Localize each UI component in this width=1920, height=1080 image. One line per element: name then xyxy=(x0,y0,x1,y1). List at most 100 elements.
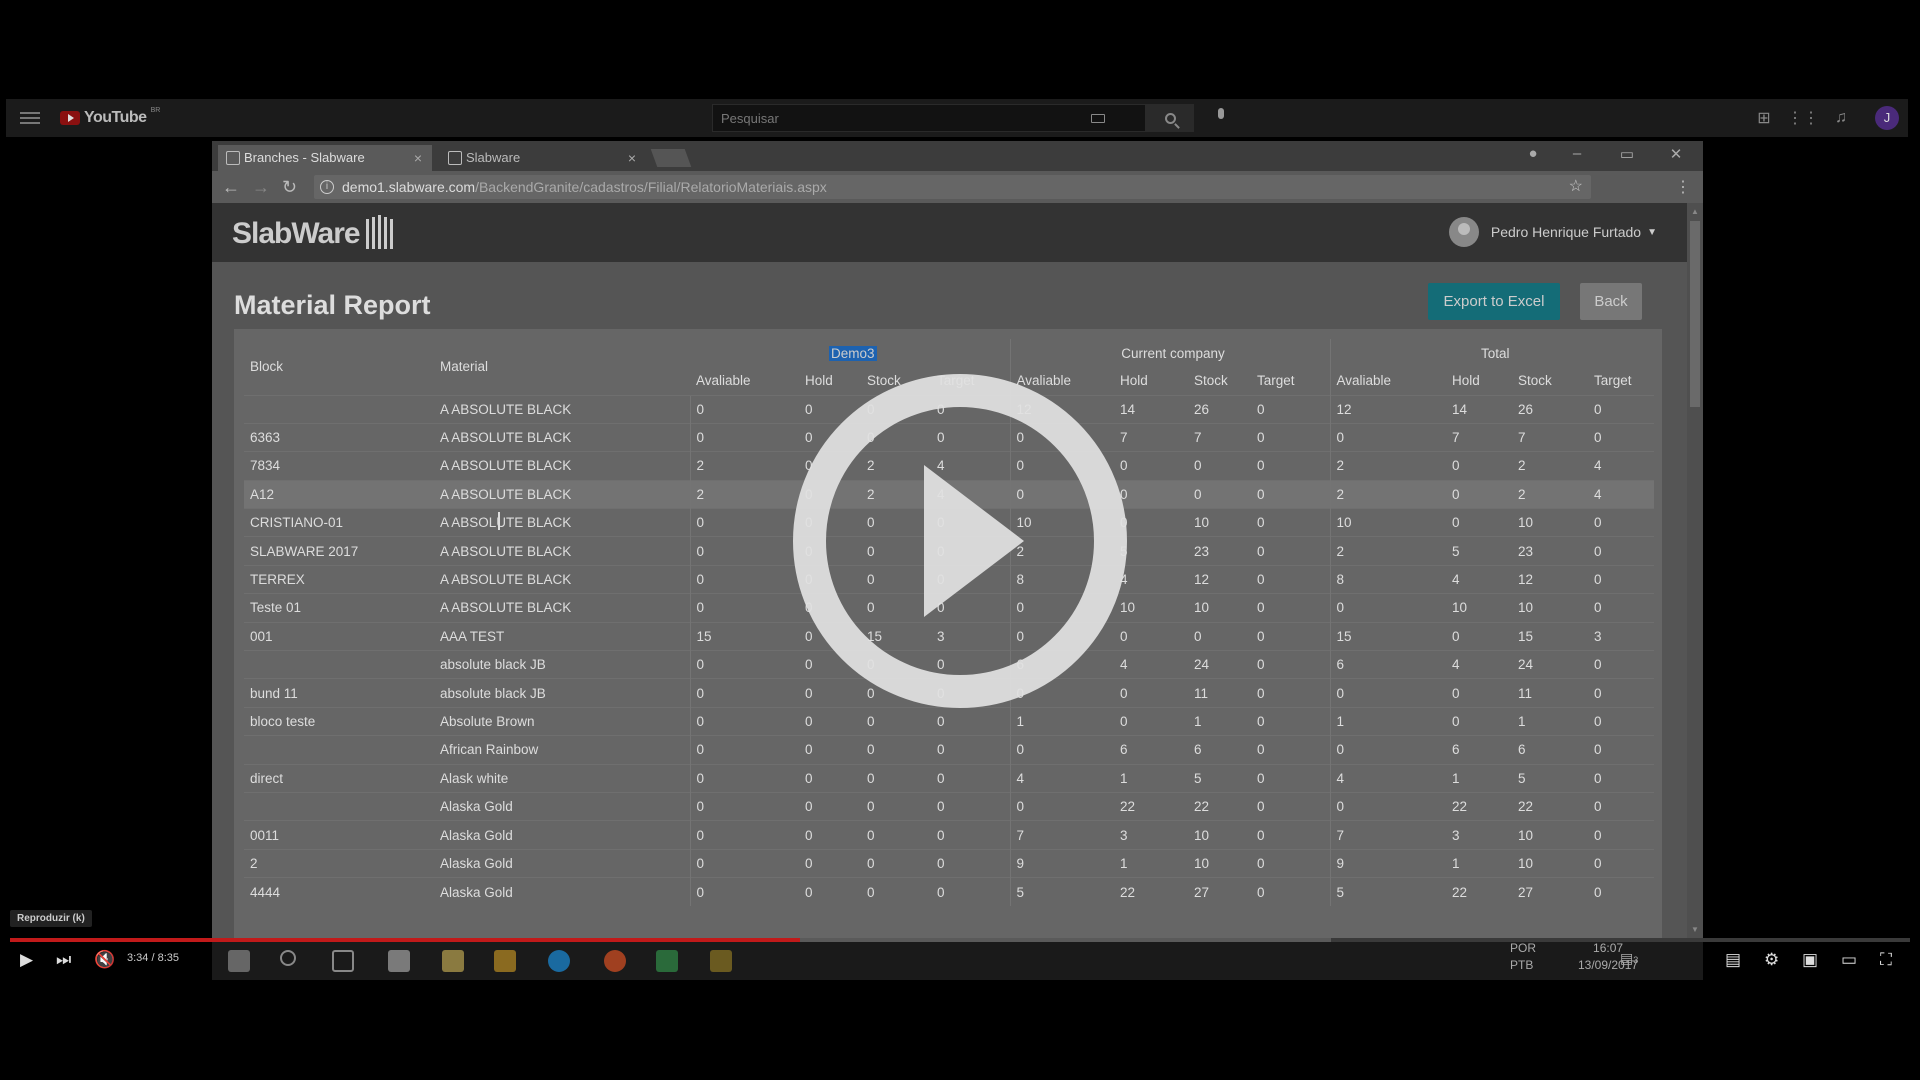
chrome-icon[interactable] xyxy=(604,950,626,972)
scroll-down-icon[interactable]: ▼ xyxy=(1691,925,1699,934)
material-header[interactable]: Material xyxy=(434,339,690,395)
notification-center-icon[interactable]: ▤3 xyxy=(1620,950,1638,969)
taskbar-search-icon[interactable] xyxy=(280,950,296,966)
tab-slabware[interactable]: Slabware × xyxy=(440,145,646,171)
value-cell: 12 xyxy=(1329,394,1446,424)
value-cell: 6 xyxy=(1512,735,1588,765)
value-cell: 0 xyxy=(689,791,799,821)
notifications-bell-icon[interactable]: ♫ xyxy=(1830,108,1852,128)
table-row[interactable]: direct Alask white 0 0 0 0 4 1 5 0 4 1 5 0 xyxy=(244,763,1654,793)
file-explorer-icon[interactable] xyxy=(442,950,464,972)
progress-bar[interactable] xyxy=(10,938,1910,942)
slabware-favicon-icon xyxy=(448,151,462,165)
scroll-thumb[interactable] xyxy=(1690,221,1700,407)
bookmark-star-icon[interactable]: ☆ xyxy=(1569,176,1583,196)
subheader-avaliable[interactable]: Avaliable xyxy=(1329,367,1446,395)
material-cell: AAA TEST xyxy=(434,621,690,651)
app-taskbar-icon[interactable] xyxy=(388,950,410,972)
close-tab-icon[interactable]: × xyxy=(414,145,422,171)
user-menu[interactable]: Pedro Henrique Furtado ▼ xyxy=(1448,217,1657,247)
block-cell xyxy=(244,650,434,679)
subtitles-icon[interactable]: ▤ xyxy=(1725,950,1741,970)
next-icon[interactable]: ⏭ xyxy=(56,950,71,970)
value-cell: 23 xyxy=(1188,536,1251,566)
value-cell: 12 xyxy=(1512,564,1588,594)
back-button[interactable]: Back xyxy=(1580,283,1642,320)
country-code: BR xyxy=(150,107,161,114)
subheader-stock[interactable]: Stock xyxy=(1512,367,1588,395)
profile-icon[interactable]: ● xyxy=(1520,145,1546,162)
value-cell: 10 xyxy=(1188,848,1251,878)
subheader-target[interactable]: Target xyxy=(1251,367,1330,395)
microphone-icon[interactable] xyxy=(1211,108,1231,128)
close-tab-icon[interactable]: × xyxy=(628,145,636,171)
settings-gear-icon[interactable]: ⚙ xyxy=(1764,950,1779,970)
address-bar[interactable]: i demo1.slabware.com/BackendGranite/cada… xyxy=(314,175,1591,199)
block-cell: 7834 xyxy=(244,451,434,481)
value-cell: 26 xyxy=(1512,394,1588,424)
miniplayer-icon[interactable]: ▣ xyxy=(1802,950,1818,970)
reload-icon[interactable]: ↻ xyxy=(282,177,297,198)
table-row[interactable]: Alaska Gold 0 0 0 0 0 22 22 0 0 22 22 0 xyxy=(244,791,1654,821)
value-cell: 11 xyxy=(1188,678,1251,708)
play-overlay-icon[interactable] xyxy=(924,465,1024,617)
mute-icon[interactable]: 🔇 xyxy=(94,950,115,970)
progress-played xyxy=(10,938,801,942)
page-scrollbar[interactable]: ▲ ▼ xyxy=(1687,203,1703,938)
windows-start-icon[interactable] xyxy=(228,950,250,972)
subheader-hold[interactable]: Hold xyxy=(799,367,861,395)
value-cell: 0 xyxy=(1114,621,1188,651)
value-cell: 14 xyxy=(1446,394,1512,424)
search-button[interactable] xyxy=(1146,104,1194,132)
value-cell: 1 xyxy=(1188,706,1251,736)
close-window-icon[interactable]: ✕ xyxy=(1663,145,1689,163)
apps-grid-icon[interactable]: ⋮⋮ xyxy=(1787,108,1819,128)
subheader-hold[interactable]: Hold xyxy=(1114,367,1188,395)
value-cell: 0 xyxy=(1251,678,1330,708)
subheader-avaliable[interactable]: Avaliable xyxy=(690,367,799,395)
export-to-excel-button[interactable]: Export to Excel xyxy=(1428,283,1560,320)
table-row[interactable]: bloco teste Absolute Brown 0 0 0 0 1 0 1 0 1 0 1 0 xyxy=(244,706,1654,736)
table-row[interactable]: 2 Alaska Gold 0 0 0 0 9 1 10 0 9 1 10 0 xyxy=(244,848,1654,878)
new-tab-button[interactable] xyxy=(650,149,692,167)
create-video-icon[interactable]: ⊞ xyxy=(1753,108,1775,128)
back-arrow-icon[interactable]: ← xyxy=(222,177,240,198)
table-row[interactable]: 4444 Alaska Gold 0 0 0 0 5 22 27 0 5 22 27 0 xyxy=(244,877,1654,907)
material-cell: A ABSOLUTE BLACK xyxy=(434,451,690,481)
value-cell: 0 xyxy=(931,791,1010,821)
task-view-icon[interactable] xyxy=(332,950,354,972)
account-avatar[interactable]: J xyxy=(1875,106,1899,130)
slabware-logo[interactable]: SlabWare xyxy=(232,215,394,253)
forward-arrow-icon[interactable]: → xyxy=(252,177,270,198)
search-input[interactable] xyxy=(713,110,1083,126)
youtube-logo[interactable]: YouTube BR xyxy=(60,107,161,127)
subheader-target[interactable]: Target xyxy=(1588,367,1654,395)
minimize-icon[interactable]: – xyxy=(1564,145,1590,162)
excel-icon[interactable] xyxy=(656,950,678,972)
play-icon[interactable]: ▶ xyxy=(20,950,33,970)
time-display: 3:34 / 8:35 xyxy=(127,952,179,964)
hamburger-menu-icon[interactable] xyxy=(20,112,40,124)
tab-branches[interactable]: Branches - Slabware × xyxy=(218,145,432,171)
outlook-icon[interactable] xyxy=(494,950,516,972)
info-icon[interactable]: i xyxy=(320,180,334,194)
keyboard-icon[interactable] xyxy=(1091,113,1105,123)
fullscreen-icon[interactable]: ⛶ xyxy=(1880,950,1892,970)
value-cell: 0 xyxy=(1251,564,1330,594)
skype-icon[interactable] xyxy=(548,950,570,972)
browser-menu-icon[interactable]: ⋮ xyxy=(1675,177,1691,197)
folder-icon[interactable] xyxy=(710,950,732,972)
restore-icon[interactable]: ▭ xyxy=(1614,145,1640,163)
video-frame[interactable]: YouTube BR ⊞ ⋮⋮ ♫ J Branches - Slabware … xyxy=(0,0,1920,1080)
subheader-stock[interactable]: Stock xyxy=(1188,367,1251,395)
material-cell: Alaska Gold xyxy=(434,791,690,821)
table-row[interactable]: 0011 Alaska Gold 0 0 0 0 7 3 10 0 7 3 10 0 xyxy=(244,820,1654,850)
system-tray-language[interactable]: POR PTB xyxy=(1510,940,1536,974)
value-cell: 0 xyxy=(799,848,861,878)
theater-mode-icon[interactable]: ▭ xyxy=(1841,950,1857,970)
block-header[interactable]: Block xyxy=(244,339,434,395)
table-row[interactable]: African Rainbow 0 0 0 0 0 6 6 0 0 6 6 0 xyxy=(244,735,1654,765)
subheader-hold[interactable]: Hold xyxy=(1446,367,1512,395)
scroll-up-icon[interactable]: ▲ xyxy=(1691,207,1699,216)
value-cell: 0 xyxy=(1188,621,1251,651)
